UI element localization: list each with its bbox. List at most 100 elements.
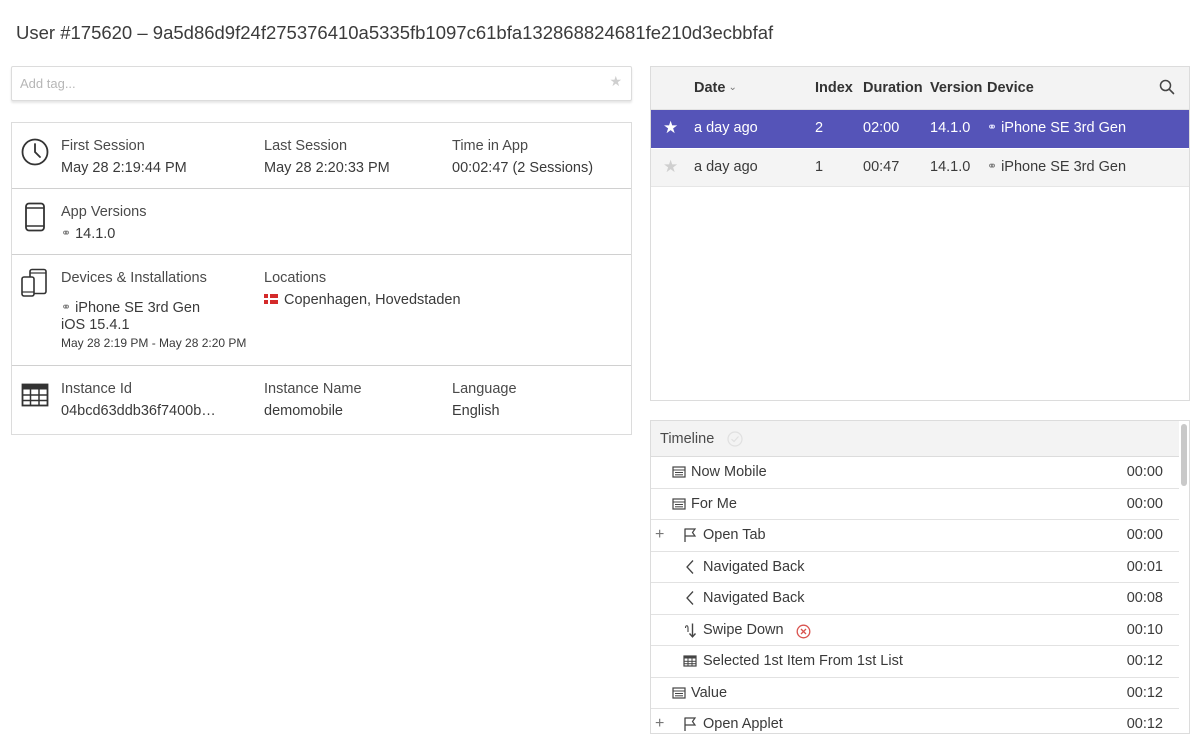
expand-plus-icon[interactable]: + (655, 526, 664, 544)
language-field: Language English (452, 381, 517, 419)
timeline-event-label: Selected 1st Item From 1st List (703, 653, 903, 669)
table-grid-icon (21, 383, 49, 407)
instance-row: Instance Id 04bcd63ddb36f7400b… Instance… (12, 366, 631, 434)
denmark-flag-icon (264, 294, 278, 304)
timeline-event-time: 00:08 (1126, 590, 1163, 606)
back-chevron-icon (686, 559, 694, 574)
apple-icon: ⚭ (987, 120, 998, 134)
app-version-value-row: ⚭ 14.1.0 (61, 226, 146, 242)
table-icon (683, 655, 697, 667)
devices-row: Devices & Installations ⚭ iPhone SE 3rd G… (12, 255, 631, 366)
devices-icon (21, 268, 47, 297)
timeline-event[interactable]: Navigated Back 00:01 (651, 552, 1179, 583)
instance-id-field: Instance Id 04bcd63ddb36f7400b… (61, 381, 216, 419)
screen-icon (672, 466, 686, 478)
timeline-event[interactable]: Selected 1st Item From 1st List 00:12 (651, 646, 1179, 678)
session-row[interactable]: ★ a day ago 2 02:00 14.1.0 ⚭ iPhone SE 3r… (651, 110, 1189, 148)
locations-label: Locations (264, 270, 327, 286)
timeline-event[interactable]: Navigated Back 00:08 (651, 583, 1179, 615)
session-date: a day ago (694, 120, 758, 136)
timeline-scrollbar[interactable] (1181, 424, 1187, 486)
timeline-event[interactable]: + Open Applet 00:12 (651, 709, 1179, 733)
timeline-event[interactable]: Now Mobile 00:00 (651, 457, 1179, 489)
column-date-label: Date (694, 80, 726, 96)
expand-plus-icon[interactable]: + (655, 715, 664, 733)
session-device: ⚭ iPhone SE 3rd Gen (987, 159, 1126, 175)
chevron-down-icon: ⌄ (728, 82, 737, 93)
screen-icon (672, 686, 686, 699)
timeline-event-label: Open Applet (703, 716, 783, 732)
column-index[interactable]: Index (815, 80, 853, 96)
column-version[interactable]: Version (930, 80, 982, 96)
devices-field: Devices & Installations ⚭ iPhone SE 3rd G… (61, 270, 246, 350)
instance-name-value: demomobile (264, 403, 343, 419)
column-date[interactable]: Date ⌄ (694, 80, 737, 96)
session-version: 14.1.0 (930, 120, 971, 136)
timeline-event-label: Navigated Back (703, 590, 805, 606)
session-version: 14.1.0 (930, 159, 971, 175)
timeline-event-label: Swipe Down (703, 621, 784, 638)
timeline-event-time: 00:12 (1126, 653, 1163, 669)
back-chevron-icon (686, 591, 694, 605)
first-session-field: First Session May 28 2:19:44 PM (61, 138, 187, 176)
flag-icon (684, 528, 697, 542)
last-session-field: Last Session May 28 2:20:33 PM (264, 138, 390, 176)
sessions-info-row: First Session May 28 2:19:44 PM Last Ses… (12, 123, 631, 189)
apple-icon: ⚭ (61, 226, 72, 240)
timeline-title: Timeline (660, 431, 715, 447)
session-duration: 00:47 (863, 159, 900, 175)
device-name-row: ⚭ iPhone SE 3rd Gen (61, 300, 246, 316)
time-in-app-label: Time in App (452, 138, 529, 154)
language-value: English (452, 403, 500, 419)
star-icon[interactable]: ★ (663, 118, 678, 138)
timeline-event-label: For Me (691, 495, 737, 512)
check-circle-icon[interactable] (727, 431, 743, 447)
timeline-event-time: 00:00 (1126, 495, 1163, 512)
timeline-event-time: 00:10 (1126, 621, 1163, 638)
user-info-card: First Session May 28 2:19:44 PM Last Ses… (11, 122, 632, 435)
location-value: Copenhagen, Hovedstaden (284, 292, 461, 308)
instance-id-value: 04bcd63ddb36f7400b… (61, 403, 216, 419)
error-circle-icon[interactable] (796, 624, 811, 639)
timeline-event[interactable]: Value 00:12 (651, 678, 1179, 709)
timeline-event[interactable]: For Me 00:00 (651, 489, 1179, 520)
swipe-down-icon (684, 623, 697, 638)
screen-icon (672, 497, 686, 510)
column-device[interactable]: Device (987, 80, 1034, 96)
timeline-event-label: Open Tab (703, 527, 766, 543)
timeline-panel: Timeline Now Mobile 00:00 For Me 00:00 + (650, 420, 1190, 734)
search-icon[interactable] (1159, 79, 1175, 95)
timeline-event-time: 00:12 (1126, 716, 1163, 732)
last-session-label: Last Session (264, 138, 348, 154)
star-icon[interactable]: ★ (609, 73, 622, 90)
session-device: ⚭ iPhone SE 3rd Gen (987, 120, 1126, 136)
session-row[interactable]: ★ a day ago 1 00:47 14.1.0 ⚭ iPhone SE 3r… (651, 149, 1189, 187)
app-versions-field: App Versions ⚭ 14.1.0 (61, 204, 146, 242)
app-versions-label: App Versions (61, 204, 147, 220)
flag-icon (684, 717, 697, 731)
last-session-value: May 28 2:20:33 PM (264, 160, 390, 176)
tag-input-box[interactable]: ★ (11, 66, 632, 101)
timeline-event[interactable]: Swipe Down 00:10 (651, 615, 1179, 646)
language-label: Language (452, 381, 517, 397)
timeline-event-time: 00:00 (1126, 527, 1163, 543)
locations-field: Locations Copenhagen, Hovedstaden (264, 270, 461, 308)
session-index: 1 (815, 159, 824, 175)
apple-icon: ⚭ (61, 300, 72, 314)
session-device-name: iPhone SE 3rd Gen (1001, 120, 1127, 136)
sessions-table-header: Date ⌄ Index Duration Version Device (651, 67, 1189, 110)
column-duration[interactable]: Duration (863, 80, 923, 96)
timeline-header: Timeline (651, 421, 1179, 457)
timeline-event-label: Now Mobile (691, 464, 767, 480)
timeline-event-label: Value (691, 684, 728, 701)
tag-input[interactable] (12, 67, 572, 100)
device-name: iPhone SE 3rd Gen (75, 300, 201, 316)
instance-name-field: Instance Name demomobile (264, 381, 362, 419)
timeline-event[interactable]: + Open Tab 00:00 (651, 520, 1179, 552)
first-session-label: First Session (61, 138, 145, 154)
apple-icon: ⚭ (987, 159, 998, 173)
star-icon[interactable]: ★ (663, 157, 678, 177)
app-versions-row: App Versions ⚭ 14.1.0 (12, 189, 631, 255)
instance-name-label: Instance Name (264, 381, 362, 397)
session-index: 2 (815, 120, 824, 136)
